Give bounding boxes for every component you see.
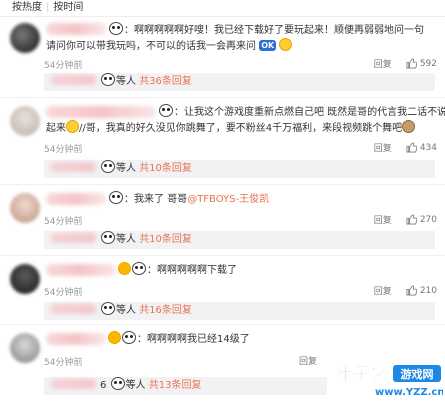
reply-summary[interactable]: 6 等人 共13条回复 xyxy=(44,377,327,395)
comment-actions: 回复 270 xyxy=(374,213,437,227)
comment-time: 54分钟前 xyxy=(44,358,83,368)
ok-emoji-icon: OK xyxy=(259,40,277,51)
comment-actions: 回复 592 xyxy=(374,57,437,71)
reply-count-link[interactable]: 共13条回复 xyxy=(149,380,202,391)
replier-blurred xyxy=(50,304,96,314)
comment-actions: 回复 xyxy=(299,354,317,367)
reply-summary[interactable]: 等人 共10条回复 xyxy=(44,231,435,249)
reply-button[interactable]: 回复 xyxy=(374,57,392,70)
panda-emoji-icon xyxy=(159,104,173,117)
reply-summary[interactable]: 等人 共36条回复 xyxy=(44,73,435,91)
like-button[interactable]: 592 xyxy=(406,58,437,69)
comment-text: ：啊啊啊啊我已经14级了 xyxy=(108,331,250,347)
comment-text: ：我来了 哥哥@TFBOYS-王俊凯 xyxy=(108,191,269,207)
comment-text-line2b: //哥，我真的好久没见你跳舞了，要不粉丝4千万福利，来段视频跳个舞吧 xyxy=(79,123,403,134)
comment-item: ：让我这个游戏度重新点燃自己吧 既然是哥的代言我二话不说走 起来 //哥，我真的好… xyxy=(0,98,445,185)
avatar[interactable] xyxy=(10,333,40,363)
comment-actions: 回复 434 xyxy=(374,141,437,155)
reply-count-link[interactable]: 共10条回复 xyxy=(139,163,192,174)
comment-text: ：让我这个游戏度重新点燃自己吧 既然是哥的代言我二话不说走 xyxy=(158,104,445,120)
comment-time: 54分钟前 xyxy=(44,288,83,298)
heart-emoji-icon xyxy=(108,331,121,344)
comment-text-line1: ：我来了 哥哥 xyxy=(124,194,188,205)
reply-button[interactable]: 回复 xyxy=(374,141,392,154)
like-button[interactable]: 434 xyxy=(406,142,437,153)
comment-text-line1: ：啊啊啊啊我已经14级了 xyxy=(137,334,250,345)
comment-text: ：啊啊啊啊啊下载了 xyxy=(118,262,237,278)
heart-emoji-icon xyxy=(118,262,131,275)
avatar[interactable] xyxy=(10,264,40,294)
watermark-subtitle: 游戏网 xyxy=(401,367,434,381)
comment-text-cont: 起来 //哥，我真的好久没见你跳舞了，要不粉丝4千万福利，来段视频跳个舞吧 xyxy=(46,120,416,136)
thumbs-up-icon xyxy=(406,58,417,69)
reply-summary[interactable]: 等人 共16条回复 xyxy=(44,302,435,320)
panda-emoji-icon xyxy=(101,160,115,173)
comment-item: ：我来了 哥哥@TFBOYS-王俊凯 54分钟前 回复 270 等人 共10条回… xyxy=(0,185,445,256)
sort-time[interactable]: 按时间 xyxy=(53,2,83,13)
sort-bar: 按热度 | 按时间 xyxy=(0,0,445,17)
mention-link[interactable]: @TFBOYS-王俊凯 xyxy=(187,194,269,205)
like-count: 592 xyxy=(419,58,437,69)
replier-blurred xyxy=(50,162,96,172)
panda-emoji-icon xyxy=(109,22,123,35)
comment-item: ：啊啊啊啊啊下载了 54分钟前 回复 210 等人 共16条回复 xyxy=(0,256,445,325)
like-count: 210 xyxy=(419,285,437,296)
yezizhu-logo-icon: 叶子猪 游戏网 www.YZZ.cn xyxy=(333,363,445,398)
comment-text-line2: 起来 xyxy=(46,123,66,134)
username-blurred[interactable] xyxy=(46,193,106,205)
username-blurred[interactable] xyxy=(46,23,106,35)
comment-text: ：啊啊啊啊啊好嗖！我已经下载好了要玩起来！顺便再弱弱地问一句 xyxy=(108,22,424,38)
panda-emoji-icon xyxy=(110,377,125,390)
comment-text-line1: ：让我这个游戏度重新点燃自己吧 既然是哥的代言我二话不说走 xyxy=(174,107,445,118)
reply-button[interactable]: 回复 xyxy=(374,284,392,297)
smile-emoji-icon xyxy=(279,38,293,51)
panda-emoji-icon xyxy=(101,231,115,244)
like-count: 434 xyxy=(419,142,437,153)
like-count: 270 xyxy=(419,214,437,225)
replier-blurred xyxy=(50,379,96,389)
reply-button[interactable]: 回复 xyxy=(374,213,392,226)
smile-emoji-icon xyxy=(66,120,79,133)
replier-blurred xyxy=(50,233,96,243)
watermark-title: 叶子猪 xyxy=(333,363,390,385)
panda-emoji-icon xyxy=(101,73,115,86)
sort-separator: | xyxy=(46,2,50,13)
like-button[interactable]: 270 xyxy=(406,214,437,225)
comment-actions: 回复 210 xyxy=(374,284,437,298)
comment-text-line1: ：啊啊啊啊啊下载了 xyxy=(147,265,237,276)
username-blurred[interactable] xyxy=(46,264,116,276)
reply-count-link[interactable]: 共36条回复 xyxy=(139,76,192,87)
avatar[interactable] xyxy=(10,193,40,223)
avatar[interactable] xyxy=(10,23,40,53)
comment-item: ：啊啊啊啊啊好嗖！我已经下载好了要玩起来！顺便再弱弱地问一句 请问你可以带我玩吗… xyxy=(0,17,445,98)
reply-summary[interactable]: 等人 共10条回复 xyxy=(44,160,435,178)
comment-text-cont: 请问你可以带我玩吗，不可以的话我一会再来问 OK xyxy=(46,38,293,54)
like-button[interactable]: 210 xyxy=(406,285,437,296)
reply-count-link[interactable]: 共16条回复 xyxy=(139,305,192,316)
thumbs-up-icon xyxy=(406,214,417,225)
avatar[interactable] xyxy=(10,106,40,136)
comment-text-line1: ：啊啊啊啊啊好嗖！我已经下载好了要玩起来！顺便再弱弱地问一句 xyxy=(124,25,424,36)
reply-count-link[interactable]: 共10条回复 xyxy=(139,234,192,245)
thumbs-up-icon xyxy=(406,285,417,296)
comment-time: 54分钟前 xyxy=(44,145,83,155)
panda-emoji-icon xyxy=(101,302,115,315)
panda-emoji-icon xyxy=(132,262,146,275)
username-blurred[interactable] xyxy=(46,106,156,118)
comment-text-line2: 请问你可以带我玩吗，不可以的话我一会再来问 xyxy=(46,41,256,52)
panda-emoji-icon xyxy=(109,191,123,204)
comment-time: 54分钟前 xyxy=(44,217,83,227)
comment-time: 54分钟前 xyxy=(44,61,83,71)
username-blurred[interactable] xyxy=(46,333,106,345)
reply-button[interactable]: 回复 xyxy=(299,354,317,367)
sort-hot[interactable]: 按热度 xyxy=(12,2,42,13)
thumbs-up-icon xyxy=(406,142,417,153)
monkey-emoji-icon xyxy=(402,120,416,133)
replier-blurred xyxy=(50,75,96,85)
watermark-url: www.YZZ.cn xyxy=(375,387,443,398)
watermark-logo: 叶子猪 游戏网 www.YZZ.cn xyxy=(331,358,445,398)
panda-emoji-icon xyxy=(122,331,136,344)
